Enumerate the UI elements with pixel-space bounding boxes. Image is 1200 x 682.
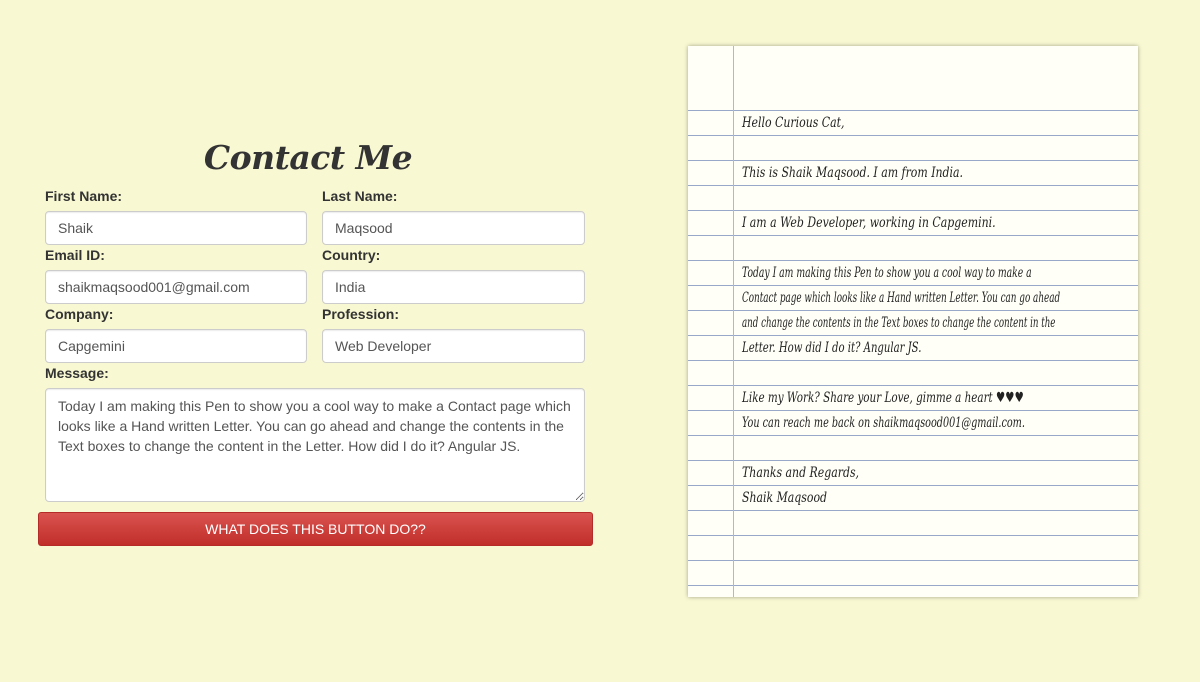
letter-paper: Hello Curious Cat, This is Shaik Maqsood… [688,46,1138,597]
letter-reach: You can reach me back on shaikmaqsood001… [742,415,1025,431]
rule-line [688,535,1138,536]
letter-intro: This is Shaik Maqsood. I am from India. [742,165,964,181]
profession-label: Profession: [322,306,400,322]
last-name-label: Last Name: [322,188,398,204]
submit-button[interactable]: WHAT DOES THIS BUTTON DO?? [38,512,593,546]
email-input[interactable] [45,270,307,304]
letter-message-line: and change the contents in the Text boxe… [742,315,1056,331]
company-label: Company: [45,306,114,322]
first-name-label: First Name: [45,188,123,204]
letter-message-line: Today I am making this Pen to show you a… [742,265,1032,281]
country-label: Country: [322,247,381,263]
profession-input[interactable] [322,329,585,363]
letter-like: Like my Work? Share your Love, gimme a h… [742,390,1024,406]
letter-greeting: Hello Curious Cat, [742,115,845,131]
company-input[interactable] [45,329,307,363]
rule-line [688,585,1138,586]
letter-message-line: Letter. How did I do it? Angular JS. [742,340,922,356]
country-input[interactable] [322,270,585,304]
letter-job: I am a Web Developer, working in Capgemi… [742,215,996,231]
letter-signature: Shaik Maqsood [742,490,828,506]
page-title: Contact Me [203,138,413,177]
email-label: Email ID: [45,247,105,263]
message-label: Message: [45,365,109,381]
message-textarea[interactable]: Today I am making this Pen to show you a… [45,388,585,502]
last-name-input[interactable] [322,211,585,245]
first-name-input[interactable] [45,211,307,245]
margin-line [733,46,734,597]
letter-message-line: Contact page which looks like a Hand wri… [742,290,1061,306]
rule-line [688,560,1138,561]
letter-thanks: Thanks and Regards, [742,465,860,481]
